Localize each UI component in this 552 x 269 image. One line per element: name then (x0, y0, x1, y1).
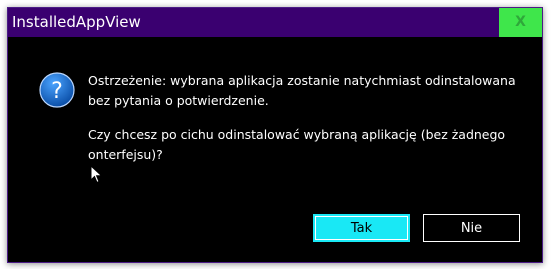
svg-text:?: ? (51, 79, 63, 104)
yes-button[interactable]: Tak (313, 214, 410, 242)
window-title: InstalledAppView (12, 13, 141, 31)
message-text: Ostrzeżenie: wybrana aplikacja zostanie … (88, 71, 528, 165)
mouse-cursor-icon (90, 165, 103, 184)
no-button[interactable]: Nie (423, 214, 520, 242)
question-icon: ? (39, 72, 75, 108)
close-button[interactable]: X (499, 8, 542, 37)
dialog-window: InstalledAppView X ? Ostrzeżenie: wybran… (7, 7, 543, 263)
question-text: Czy chcesz po cichu odinstalować wybraną… (88, 127, 506, 162)
title-bar[interactable]: InstalledAppView X (8, 8, 542, 37)
warning-text: Ostrzeżenie: wybrana aplikacja zostanie … (88, 73, 516, 108)
